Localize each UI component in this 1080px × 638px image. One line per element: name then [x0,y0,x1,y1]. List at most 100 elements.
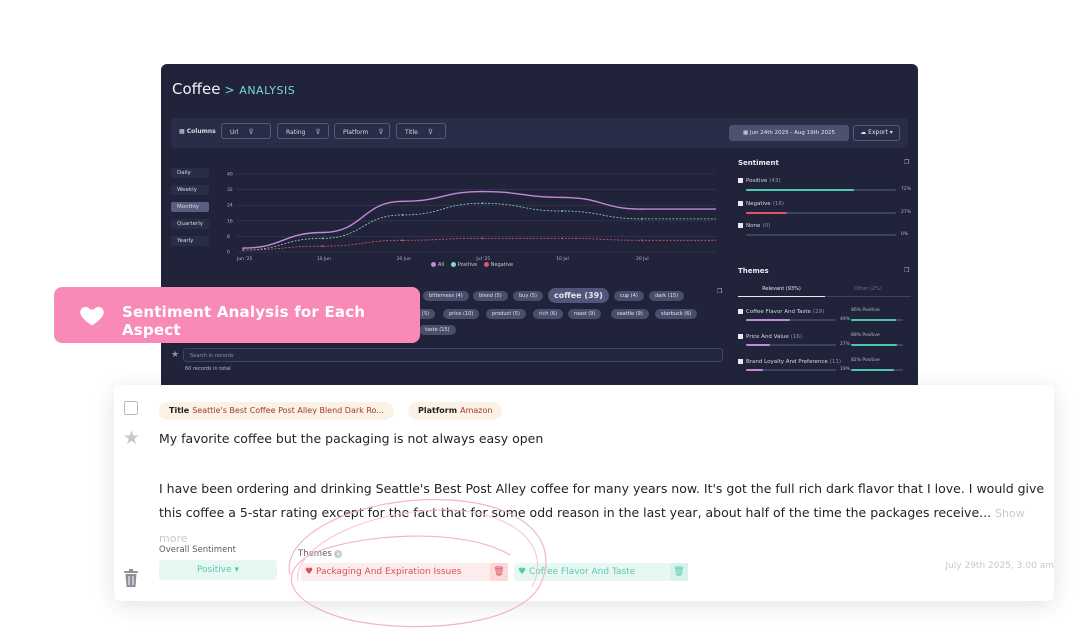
review-card: ★ Title Seattle's Best Coffee Post Alley … [114,385,1054,601]
keyword-tag[interactable]: bitterness (4) [423,291,469,301]
analysis-dashboard: Coffee > ANALYSIS ▦ Columns Url ⊽ Rating ⊽ … [161,64,918,394]
data-point-negative [641,239,643,242]
heart-icon [80,306,104,326]
theme-pct: 27% [840,342,851,347]
checkbox[interactable] [738,309,743,314]
legend-negative[interactable]: Negative [491,262,513,268]
checkbox[interactable] [738,201,743,206]
sentiment-heading: Sentiment [738,159,779,167]
feature-banner: Sentiment Analysis for Each Aspect [54,287,420,343]
columns-button[interactable]: ▦ Columns [179,128,216,135]
add-theme-icon[interactable]: + [334,550,343,558]
bar-fill [746,189,854,191]
bar-fill [746,369,764,371]
theme-chip-label: Packaging And Expiration Issues [316,567,462,577]
keyword-tag[interactable]: buy (5) [513,291,543,301]
granularity-monthly[interactable]: Monthly [171,202,209,212]
sentiment-negative-row[interactable]: Negative (16) [738,201,910,207]
checkbox[interactable] [738,178,743,183]
granularity-daily[interactable]: Daily [171,168,209,178]
tab-relevant[interactable]: Relevant (93%) [738,286,825,297]
columns-label: Columns [186,128,216,135]
series-line-all [242,190,716,249]
star-icon[interactable]: ★ [123,427,140,449]
sentiment-label: Positive [746,178,768,184]
date-export-toolbar: ▦ Jun 24th 2025 - Aug 19th 2025 ☁ Export… [720,118,908,148]
theme-chip-label: Coffee Flavor And Taste [529,567,636,577]
data-point-positive [641,217,643,220]
sentiment-none-row[interactable]: None (0) [738,223,910,229]
star-filter-icon[interactable]: ★ [171,350,179,360]
theme-row[interactable]: Price And Value (16) [738,334,910,340]
theme-pct: 19% [840,367,851,372]
copy-tags-icon[interactable]: ❐ [717,288,722,295]
platform-pill: Platform Amazon [408,402,503,420]
x-tick-label: 10 Jul [556,256,569,262]
bar-fill [851,344,897,346]
theme-row[interactable]: Brand Loyalty And Preference (11) [738,359,910,365]
x-tick-label: 20 Jul [636,256,649,262]
keyword-tag[interactable]: rich (6) [533,309,564,319]
select-checkbox[interactable] [124,401,138,415]
theme-sentiment-bar [851,344,903,346]
granularity-weekly[interactable]: Weekly [171,185,209,195]
filter-title[interactable]: Title ⊽ [396,123,446,139]
keyword-tag[interactable]: seattle (9) [611,309,649,319]
trash-icon[interactable]: 🗑 [670,563,688,581]
overall-sentiment-dropdown[interactable]: Positive ▾ [159,560,277,580]
y-tick-label: 16 [227,218,233,224]
review-date: July 29th 2025, 3:00 am [945,561,1054,571]
theme-chip-negative[interactable]: ♥ Packaging And Expiration Issues 🗑 [301,563,508,581]
filter-platform[interactable]: Platform ⊽ [334,123,390,139]
records-search-input[interactable]: Search in records [183,348,723,362]
theme-bar [746,319,836,321]
filter-url[interactable]: Url ⊽ [221,123,271,139]
granularity-quarterly[interactable]: Quarterly [171,219,209,229]
copy-icon[interactable]: ❐ [904,267,909,274]
copy-icon[interactable]: ❐ [904,159,909,166]
granularity-yearly[interactable]: Yearly [171,236,209,246]
keyword-tag[interactable]: roast (9) [568,309,602,319]
legend-all[interactable]: All [438,262,444,268]
data-point-all [401,200,404,203]
keyword-tag[interactable]: product (5) [486,309,526,319]
keyword-tag[interactable]: blend (5) [473,291,508,301]
sentiment-pct: 27% [901,210,912,215]
checkbox[interactable] [738,334,743,339]
keyword-tag-coffee[interactable]: coffee (39) [548,288,609,303]
theme-row[interactable]: Coffee Flavor And Taste (29) [738,309,910,315]
sentiment-bar-negative [746,212,896,214]
keyword-tag[interactable]: dark (15) [649,291,685,301]
keyword-tag[interactable]: taste (15) [419,325,456,335]
x-tick-label: Jun '25 [236,256,253,262]
legend-positive[interactable]: Positive [458,262,477,268]
filter-icon: ⊽ [427,128,433,136]
bar-fill [746,319,791,321]
sentiment-positive-row[interactable]: Positive (43) [738,178,910,184]
data-point-positive [561,210,564,212]
y-tick-label: 40 [227,172,233,178]
sentiment-pct: 0% [901,232,909,237]
date-range-button[interactable]: ▦ Jun 24th 2025 - Aug 19th 2025 [729,125,849,141]
checkbox[interactable] [738,223,743,228]
breadcrumb-analysis: ANALYSIS [239,84,296,97]
series-line-positive [242,202,716,251]
keyword-tag[interactable]: price (10) [443,309,480,319]
export-button[interactable]: ☁ Export ▾ [853,125,900,141]
data-point-all [321,231,324,234]
theme-chip-positive[interactable]: ♥ Coffee Flavor And Taste 🗑 [514,563,688,581]
checkbox[interactable] [738,359,743,364]
data-point-all [561,196,564,199]
keyword-tag[interactable]: starbuck (6) [655,309,698,319]
filter-rating[interactable]: Rating ⊽ [277,123,329,139]
project-title[interactable]: Coffee [172,80,220,98]
trash-icon[interactable]: 🗑 [490,563,508,581]
theme-positive-pct: 86% Positive [851,308,880,313]
data-point-positive [401,214,404,216]
y-tick-label: 0 [227,250,230,256]
keyword-tag[interactable]: cup (4) [614,291,644,301]
export-label: Export [868,129,888,136]
tab-other[interactable]: Other (2%) [825,286,911,297]
delete-review-icon[interactable] [123,568,139,588]
filter-icon: ⊽ [248,128,254,136]
